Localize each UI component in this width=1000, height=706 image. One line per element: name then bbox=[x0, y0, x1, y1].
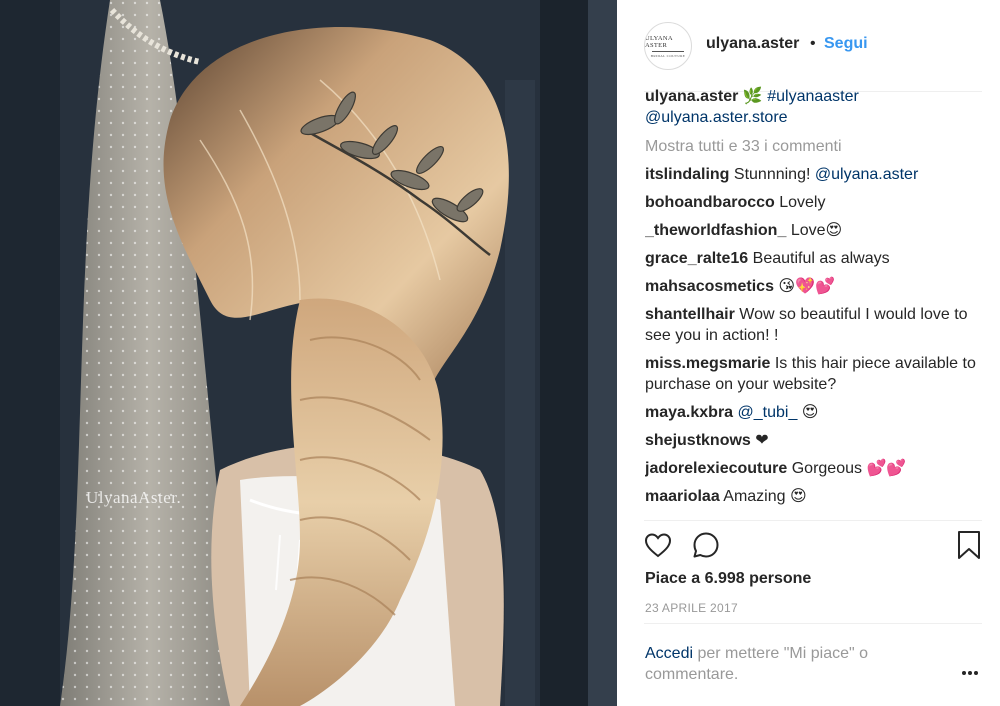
avatar[interactable]: ULYANA ASTER BRIDAL COUTURE bbox=[644, 22, 692, 70]
comment-username[interactable]: jadorelexiecouture bbox=[645, 460, 787, 477]
avatar-logo-line2: BRIDAL COUTURE bbox=[650, 53, 686, 58]
comment-text: Lovely bbox=[779, 194, 826, 211]
likes-count[interactable]: Piace a 6.998 persone bbox=[645, 570, 811, 588]
login-prompt: Accedi per mettere "Mi piace" o commenta… bbox=[645, 643, 945, 685]
comment-item: shantellhair Wow so beautiful I would lo… bbox=[645, 304, 985, 346]
heart-icon bbox=[644, 533, 672, 558]
show-all-comments-link[interactable]: Mostra tutti e 33 i commenti bbox=[645, 136, 985, 157]
action-bar bbox=[641, 528, 986, 562]
comment-username[interactable]: _theworldfashion_ bbox=[645, 222, 786, 239]
follow-button[interactable]: Segui bbox=[824, 35, 868, 53]
comment-username[interactable]: grace_ralte16 bbox=[645, 250, 748, 267]
comment-mention[interactable]: @ulyana.aster bbox=[815, 166, 918, 183]
comment-text: Gorgeous 💕💕 bbox=[791, 460, 907, 477]
caption-link[interactable]: @ulyana.aster.store bbox=[645, 109, 788, 126]
caption-username[interactable]: ulyana.aster bbox=[645, 88, 738, 105]
comment-item: jadorelexiecouture Gorgeous 💕💕 bbox=[645, 458, 985, 479]
post-side-panel: ULYANA ASTER BRIDAL COUTURE ulyana.aster… bbox=[617, 0, 1000, 706]
more-options-icon bbox=[962, 671, 978, 675]
comment-username[interactable]: shantellhair bbox=[645, 306, 735, 323]
comment-bubble-icon bbox=[693, 532, 719, 558]
comment-text: ❤ bbox=[755, 432, 769, 449]
comment-text: Love😍 bbox=[790, 222, 843, 239]
comment-item: maariolaa Amazing 😍 bbox=[645, 486, 985, 507]
comment-button[interactable] bbox=[689, 528, 723, 562]
comment-username[interactable]: maya.kxbra bbox=[645, 404, 733, 421]
comment-username[interactable]: mahsacosmetics bbox=[645, 278, 774, 295]
post-header: ULYANA ASTER BRIDAL COUTURE ulyana.aster… bbox=[617, 0, 1000, 92]
more-options-button[interactable] bbox=[957, 660, 983, 686]
comment-username[interactable]: maariolaa bbox=[645, 488, 720, 505]
caption-hashtag[interactable]: #ulyanaaster bbox=[767, 88, 859, 105]
comment-item: grace_ralte16 Beautiful as always bbox=[645, 248, 985, 269]
comment-item: shejustknows ❤ bbox=[645, 430, 985, 451]
comment-item: mahsacosmetics 😘💖💕 bbox=[645, 276, 985, 297]
caption-emoji: 🌿 bbox=[742, 88, 763, 105]
comments-divider bbox=[644, 520, 982, 521]
avatar-logo-line1: ULYANA ASTER bbox=[645, 34, 673, 49]
comment-text: Beautiful as always bbox=[752, 250, 890, 267]
comment-text: Stunnning! bbox=[733, 166, 811, 183]
like-button[interactable] bbox=[641, 528, 675, 562]
comment-item: miss.megsmarie Is this hair piece availa… bbox=[645, 353, 985, 395]
comment-container: itslindaling Stunnning! @ulyana.aster boh… bbox=[645, 164, 985, 507]
comment-text: 😘💖💕 bbox=[778, 278, 835, 295]
comment-item: maya.kxbra @_tubi_ 😍 bbox=[645, 402, 985, 423]
comment-item: _theworldfashion_ Love😍 bbox=[645, 220, 985, 241]
login-link[interactable]: Accedi bbox=[645, 645, 693, 662]
comment-username[interactable]: itslindaling bbox=[645, 166, 729, 183]
comment-mention[interactable]: @_tubi_ bbox=[738, 404, 798, 421]
save-button[interactable] bbox=[952, 528, 986, 562]
bookmark-icon bbox=[958, 531, 980, 559]
comment-username[interactable]: bohoandbarocco bbox=[645, 194, 775, 211]
comment-emoji: 😍 bbox=[797, 404, 819, 421]
photo-watermark: UlyanaAster. bbox=[86, 488, 182, 507]
comment-item: itslindaling Stunnning! @ulyana.aster bbox=[645, 164, 985, 185]
comment-item: bohoandbarocco Lovely bbox=[645, 192, 985, 213]
post-caption: ulyana.aster 🌿 #ulyanaaster @ulyana.aste… bbox=[645, 86, 985, 128]
comments-list[interactable]: ulyana.aster 🌿 #ulyanaaster @ulyana.aste… bbox=[645, 84, 985, 520]
footer-divider bbox=[644, 623, 982, 624]
avatar-logo-rule bbox=[652, 50, 684, 52]
photo-illustration bbox=[0, 0, 617, 706]
comment-text: Amazing 😍 bbox=[723, 488, 807, 505]
comment-username[interactable]: shejustknows bbox=[645, 432, 751, 449]
comment-username[interactable]: miss.megsmarie bbox=[645, 355, 770, 372]
header-username[interactable]: ulyana.aster bbox=[706, 35, 799, 53]
post-date[interactable]: 23 APRILE 2017 bbox=[645, 601, 738, 615]
post-photo[interactable]: UlyanaAster. bbox=[0, 0, 617, 706]
header-separator: • bbox=[810, 35, 816, 52]
